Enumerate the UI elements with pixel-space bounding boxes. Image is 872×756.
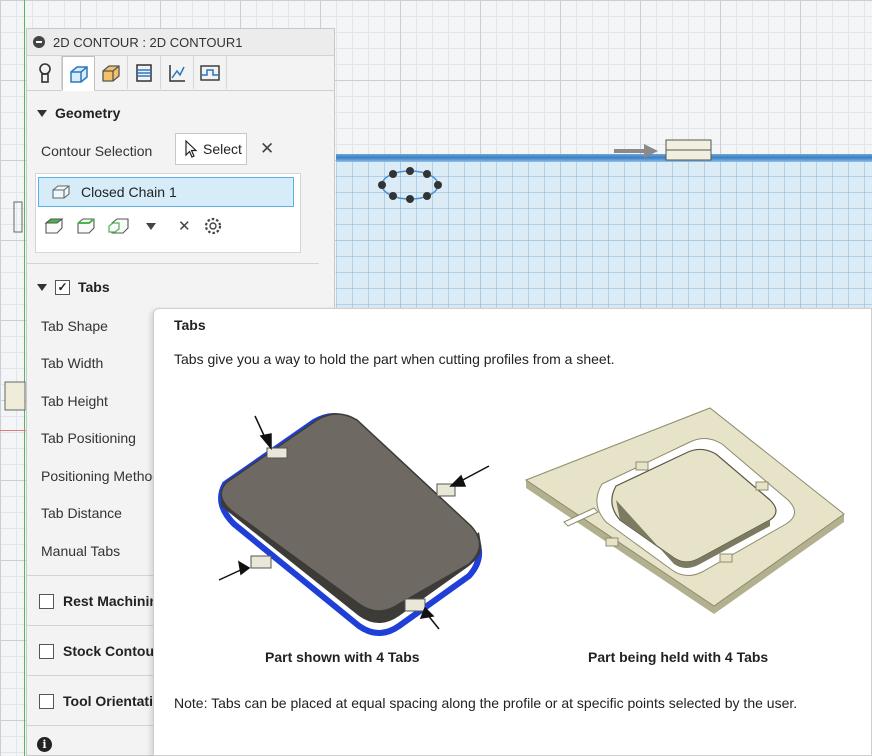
info-icon[interactable]: i [37,737,52,752]
remove-selection-icon[interactable]: ✕ [178,217,191,235]
geometry-icon [69,65,88,83]
expand-geometry-icon[interactable] [37,109,47,117]
rest-machining-checkbox[interactable] [39,593,54,609]
selection-options-dropdown-icon[interactable] [146,222,156,230]
heights-icon [102,64,120,82]
contour-ellipse[interactable] [378,167,442,203]
viewcube-fragment [13,201,23,233]
manual-tabs-label: Manual Tabs [41,543,121,559]
operation-tabs [27,56,334,91]
tab-shape-label: Tab Shape [41,318,108,334]
tab-passes[interactable] [128,56,161,89]
shop-floor-icon [200,64,220,81]
tab-positioning-label: Tab Positioning [41,430,136,446]
expand-tabs-icon[interactable] [37,283,47,291]
tab-shop-floor[interactable] [194,56,227,89]
select-contour-button[interactable]: Select [175,133,247,165]
geometry-section-header[interactable]: Geometry [27,95,120,131]
stock-contours-label: Stock Contours [63,643,168,659]
cursor-arrow-icon [185,139,198,158]
tab-width-label: Tab Width [41,355,104,371]
rest-machining-section[interactable]: Rest Machining [39,593,166,609]
chain-geometry-icon [52,185,70,199]
selection-list: Closed Chain 1 ✕ [35,173,301,253]
selection-tools: ✕ [44,216,223,236]
tabs-header-label: Tabs [78,279,110,295]
panel-title: 2D CONTOUR : 2D CONTOUR1 [53,34,243,50]
passes-icon [136,63,152,82]
caption-left: Part shown with 4 Tabs [265,649,420,665]
stock-contours-section[interactable]: Stock Contours [39,643,167,659]
select-chain-icon[interactable] [108,217,130,235]
tab-height-label: Tab Height [41,393,108,409]
tool-icon [39,62,51,83]
direction-arrow-icon [614,144,658,158]
closed-chain-item[interactable]: Closed Chain 1 [38,177,294,207]
part-with-tabs-illustration [218,413,490,636]
tooltip-description: Tabs give you a way to hold the part whe… [174,351,615,367]
gear-icon[interactable] [203,216,223,236]
tabs-tooltip: Tabs Tabs give you a way to hold the par… [153,308,872,756]
select-button-label: Select [203,141,242,157]
chain-item-label: Closed Chain 1 [81,184,177,200]
select-face-icon[interactable] [44,217,64,235]
panel-header[interactable]: 2D CONTOUR : 2D CONTOUR1 [27,29,334,56]
collapse-panel-icon[interactable] [33,36,45,48]
contour-selection-label: Contour Selection [41,143,153,159]
tabs-section-header[interactable]: ✓ Tabs [27,269,110,305]
part-held-illustration [524,407,845,614]
geometry-header-label: Geometry [55,105,121,121]
positioning-method-label: Positioning Method [41,468,161,484]
tool-preview-icon [665,139,712,161]
tooltip-title: Tabs [174,317,206,333]
linking-icon [169,64,185,82]
tab-linking[interactable] [161,56,194,89]
select-edge-icon[interactable] [76,217,96,235]
caption-right: Part being held with 4 Tabs [588,649,769,665]
viewport-fragment [4,381,26,411]
tab-distance-label: Tab Distance [41,505,122,521]
tool-orientation-section[interactable]: Tool Orientation [39,693,170,709]
rest-machining-label: Rest Machining [63,593,167,609]
tabs-checkbox[interactable]: ✓ [55,279,70,295]
clear-selection-icon[interactable]: ✕ [260,139,274,159]
tool-orientation-checkbox[interactable] [39,693,54,709]
stock-contours-checkbox[interactable] [39,643,54,659]
tab-geometry[interactable] [62,56,95,91]
tooltip-note: Note: Tabs can be placed at equal spacin… [174,695,798,711]
tab-tool[interactable] [29,56,62,89]
section-divider [27,263,319,264]
tab-heights[interactable] [95,56,128,89]
